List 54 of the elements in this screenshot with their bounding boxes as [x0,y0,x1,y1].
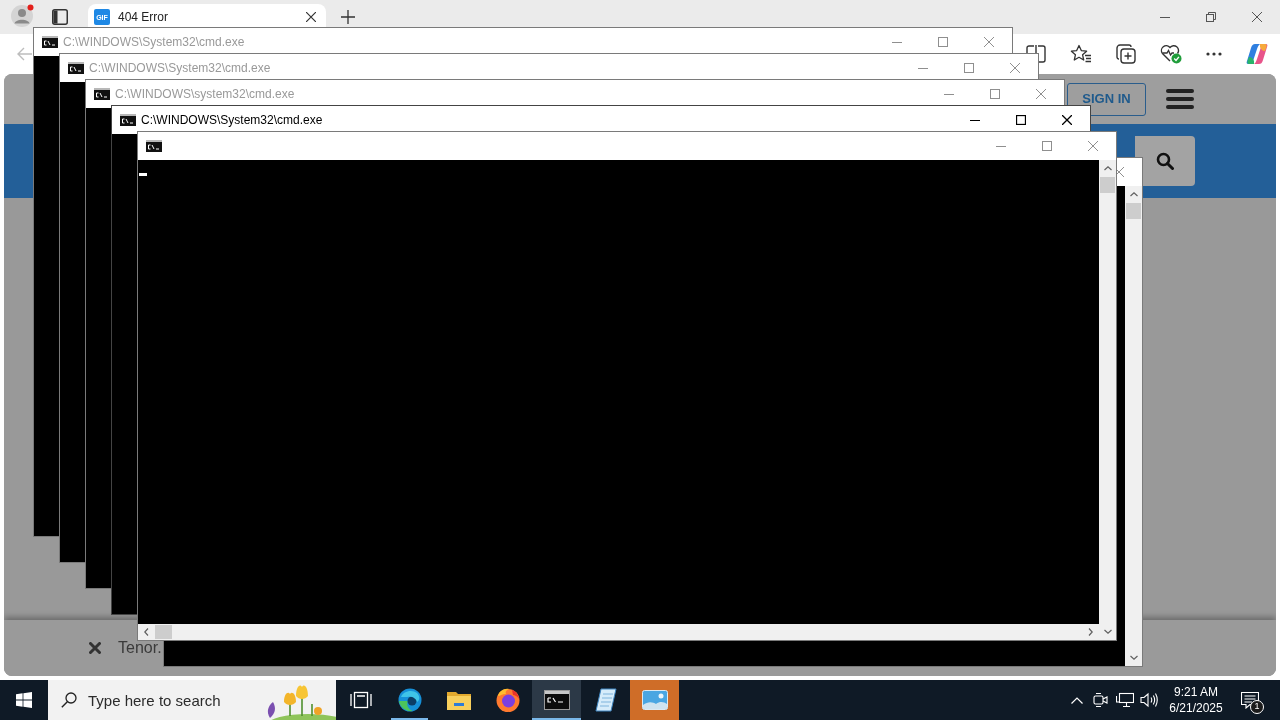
camera-icon[interactable] [1093,692,1109,708]
vertical-scrollbar[interactable] [1125,186,1142,666]
minimize-icon[interactable] [1160,16,1170,18]
scroll-thumb[interactable] [155,625,172,639]
console-icon [120,114,136,126]
volume-icon[interactable] [1140,692,1158,708]
window-title: C:\WINDOWS\System32\cmd.exe [89,60,271,77]
console-icon [68,62,84,74]
console-icon [42,36,58,48]
search-icon [61,692,77,708]
window-title: C:\WINDOWS\System32\cmd.exe [63,34,245,51]
logo-icon[interactable] [1246,43,1268,65]
vertical-scrollbar[interactable] [1099,160,1116,640]
browser-logo-icon [397,688,422,712]
window-title: C:\WINDOWS\System32\cmd.exe [141,112,323,129]
window-title: C:\WINDOWS\system32\cmd.exe [115,86,295,103]
start-icon[interactable] [16,692,32,708]
menu-icon[interactable] [1166,89,1194,109]
taskbar-button[interactable] [532,680,581,720]
clock-date[interactable]: 6/21/2025 [1169,700,1223,716]
browser-logo-icon [495,688,520,712]
notepad-icon [594,688,617,712]
plus-icon[interactable] [341,10,355,24]
tab-panel-icon[interactable] [52,9,68,25]
search-button[interactable] [1135,136,1195,186]
horizontal-scrollbar[interactable] [138,624,1099,640]
task-view-icon [349,691,372,709]
maximize-icon[interactable] [1016,115,1026,125]
folder-icon [446,690,471,710]
network-icon[interactable] [1116,692,1134,708]
restore-icon[interactable] [1206,12,1216,22]
notification-count: 1 [1250,699,1264,714]
favorites-icon[interactable] [1070,44,1092,64]
console-icon [94,88,110,100]
collections-icon[interactable] [1116,44,1136,64]
scroll-thumb[interactable] [1100,177,1115,193]
tab-title: 404 Error [118,9,169,26]
minimize-icon[interactable] [970,119,980,121]
picture-icon [641,690,668,710]
close-icon[interactable] [1252,12,1262,22]
avatar-icon[interactable] [10,4,34,28]
notification-icon[interactable] [1241,691,1259,709]
scroll-thumb[interactable] [1126,203,1141,219]
search-icon [1156,152,1174,170]
console-icon [146,140,162,152]
heart-pulse-icon[interactable] [1160,44,1182,64]
clock-time[interactable]: 9:21 AM [1174,684,1218,700]
more-icon[interactable] [1206,52,1222,56]
search-field[interactable]: Type here to search [48,680,336,720]
close-icon[interactable] [306,12,316,22]
close-icon[interactable] [1062,115,1072,125]
footer-text: Tenor. [118,638,162,658]
terminal-icon [543,690,570,710]
chevron-up-icon[interactable] [1071,696,1083,704]
